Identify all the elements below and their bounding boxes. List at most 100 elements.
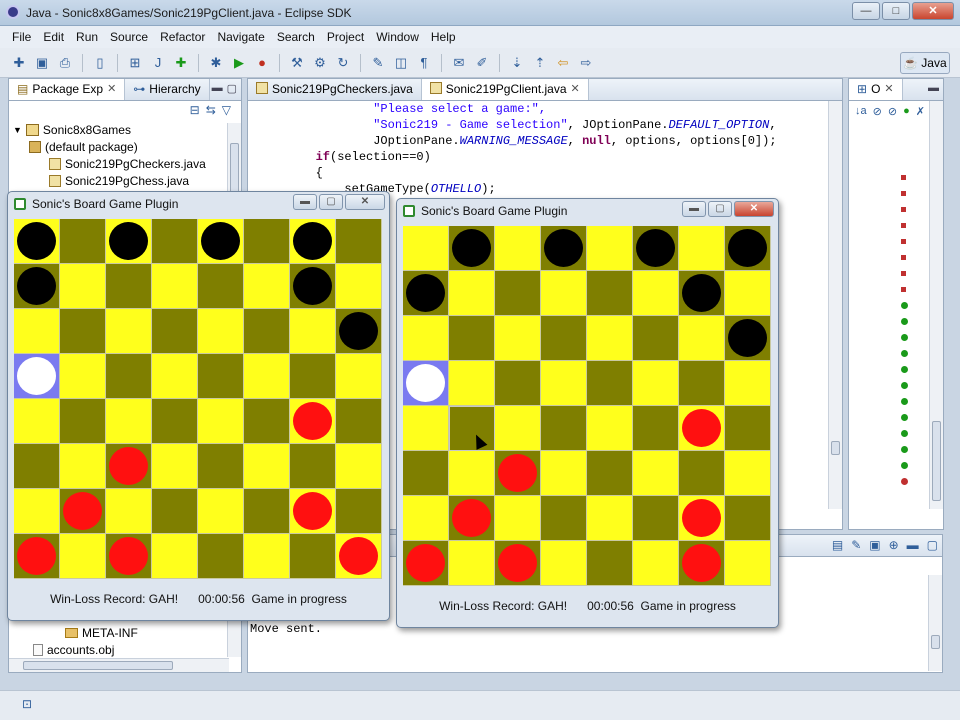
black-piece[interactable] bbox=[406, 274, 445, 312]
black-piece[interactable] bbox=[728, 229, 767, 267]
board-square[interactable] bbox=[587, 316, 633, 361]
board-square[interactable] bbox=[587, 271, 633, 316]
red-piece[interactable] bbox=[406, 544, 445, 582]
black-piece[interactable] bbox=[109, 222, 148, 260]
board-square[interactable] bbox=[633, 496, 679, 541]
board-square[interactable] bbox=[152, 534, 198, 579]
board-square[interactable] bbox=[541, 541, 587, 586]
tab-hierarchy[interactable]: ⊶ Hierarchy bbox=[125, 79, 210, 100]
outline-item[interactable] bbox=[901, 249, 908, 265]
board-square[interactable] bbox=[244, 354, 290, 399]
outline-item[interactable] bbox=[901, 233, 908, 249]
menu-refactor[interactable]: Refactor bbox=[154, 30, 211, 44]
board-square[interactable] bbox=[336, 399, 382, 444]
maximize-view-icon[interactable]: ▢ bbox=[927, 538, 938, 552]
board-square[interactable] bbox=[14, 219, 60, 264]
board-square[interactable] bbox=[633, 451, 679, 496]
board-square[interactable] bbox=[60, 399, 106, 444]
fast-view-icon[interactable]: ⊡ bbox=[22, 697, 32, 711]
board-square[interactable] bbox=[60, 264, 106, 309]
board-square[interactable] bbox=[14, 354, 60, 399]
board-square[interactable] bbox=[449, 406, 495, 451]
board-square[interactable] bbox=[14, 444, 60, 489]
board-square[interactable] bbox=[633, 226, 679, 271]
outline-item[interactable] bbox=[901, 425, 908, 441]
board-square[interactable] bbox=[244, 489, 290, 534]
board-square[interactable] bbox=[541, 271, 587, 316]
menu-help[interactable]: Help bbox=[425, 30, 462, 44]
board-square[interactable] bbox=[633, 316, 679, 361]
menu-window[interactable]: Window bbox=[370, 30, 425, 44]
tab-package-explorer[interactable]: ▤ Package Exp ✕ bbox=[9, 79, 126, 100]
board-square[interactable] bbox=[679, 406, 725, 451]
outline-item[interactable] bbox=[901, 313, 908, 329]
board-square[interactable] bbox=[60, 534, 106, 579]
outline-item[interactable] bbox=[901, 217, 908, 233]
board-square[interactable] bbox=[403, 541, 449, 586]
tab-checkers-java[interactable]: Sonic219PgCheckers.java bbox=[248, 79, 422, 100]
board-square[interactable] bbox=[725, 406, 771, 451]
board-square[interactable] bbox=[14, 534, 60, 579]
black-piece[interactable] bbox=[544, 229, 583, 267]
board-square[interactable] bbox=[106, 309, 152, 354]
board-square[interactable] bbox=[725, 271, 771, 316]
black-piece[interactable] bbox=[728, 319, 767, 357]
tree-item-java-file[interactable]: Sonic219PgChess.java bbox=[13, 172, 241, 189]
board-square[interactable] bbox=[725, 361, 771, 406]
board-square[interactable] bbox=[60, 354, 106, 399]
board-square[interactable] bbox=[633, 541, 679, 586]
tree-item-default-package[interactable]: (default package) bbox=[13, 138, 241, 155]
hide-nonpublic-icon[interactable]: ● bbox=[903, 105, 910, 118]
outline-item[interactable] bbox=[901, 345, 908, 361]
board-square[interactable] bbox=[152, 354, 198, 399]
white-piece[interactable] bbox=[406, 364, 445, 402]
board-square[interactable] bbox=[495, 361, 541, 406]
close-icon[interactable]: ✕ bbox=[107, 82, 116, 95]
red-piece[interactable] bbox=[682, 499, 721, 537]
hide-local-types-icon[interactable]: ✗ bbox=[916, 105, 925, 118]
board-square[interactable] bbox=[198, 354, 244, 399]
black-piece[interactable] bbox=[293, 222, 332, 260]
refresh-icon[interactable]: ↻ bbox=[334, 54, 352, 72]
board-square[interactable] bbox=[495, 226, 541, 271]
board-square[interactable] bbox=[336, 354, 382, 399]
menu-file[interactable]: File bbox=[6, 30, 37, 44]
console-scrollbar[interactable] bbox=[928, 575, 942, 671]
outline-item[interactable] bbox=[901, 297, 908, 313]
board-square[interactable] bbox=[198, 534, 244, 579]
board-square[interactable] bbox=[541, 451, 587, 496]
outline-item[interactable] bbox=[901, 281, 908, 297]
maximize-view-icon[interactable]: ▢ bbox=[227, 82, 237, 95]
board-square[interactable] bbox=[336, 489, 382, 534]
board-square[interactable] bbox=[495, 451, 541, 496]
expand-icon[interactable]: ▼ bbox=[13, 125, 22, 135]
board-square[interactable] bbox=[198, 219, 244, 264]
external-tools-icon[interactable]: ● bbox=[253, 54, 271, 72]
outline-item[interactable] bbox=[901, 265, 908, 281]
red-piece[interactable] bbox=[293, 492, 332, 530]
outline-item[interactable] bbox=[901, 185, 908, 201]
board-square[interactable] bbox=[587, 451, 633, 496]
board-square[interactable] bbox=[244, 444, 290, 489]
open-type-icon[interactable]: ⚒ bbox=[288, 54, 306, 72]
black-piece[interactable] bbox=[452, 229, 491, 267]
board-square[interactable] bbox=[679, 316, 725, 361]
new-package-icon[interactable]: ⊞ bbox=[126, 54, 144, 72]
minimize-view-icon[interactable]: ▬ bbox=[907, 538, 919, 552]
outline-item[interactable] bbox=[901, 457, 908, 473]
board-square[interactable] bbox=[679, 271, 725, 316]
board-square[interactable] bbox=[244, 219, 290, 264]
board-square[interactable] bbox=[725, 226, 771, 271]
outline-item[interactable] bbox=[901, 329, 908, 345]
outline-item[interactable] bbox=[901, 377, 908, 393]
board-square[interactable] bbox=[587, 406, 633, 451]
board-square[interactable] bbox=[152, 219, 198, 264]
scrollbar-thumb[interactable] bbox=[932, 421, 941, 501]
board-square[interactable] bbox=[679, 496, 725, 541]
board-square[interactable] bbox=[60, 219, 106, 264]
board-square[interactable] bbox=[679, 541, 725, 586]
black-piece[interactable] bbox=[339, 312, 378, 350]
board-square[interactable] bbox=[725, 496, 771, 541]
board-square[interactable] bbox=[403, 496, 449, 541]
board-square[interactable] bbox=[106, 219, 152, 264]
